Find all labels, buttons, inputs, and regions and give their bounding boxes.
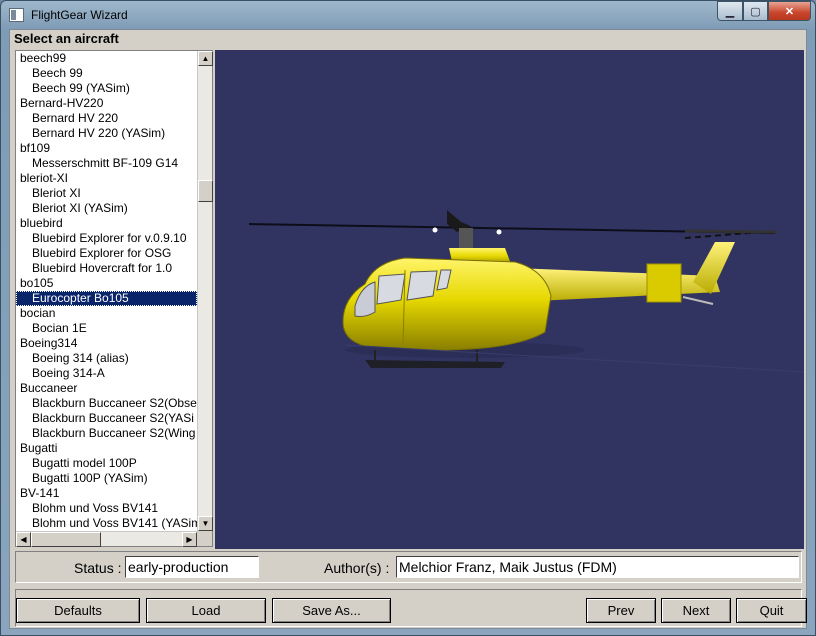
list-item[interactable]: Blackburn Buccaneer S2(YASi bbox=[16, 411, 197, 426]
cabin-window bbox=[376, 273, 406, 305]
list-group-header[interactable]: bo105 bbox=[16, 276, 197, 291]
helicopter-model bbox=[248, 210, 804, 373]
maximize-icon: ▢ bbox=[750, 5, 761, 18]
list-item[interactable]: Blohm und Voss BV141 (YASim bbox=[16, 516, 197, 531]
list-group-header[interactable]: BV-141 bbox=[16, 486, 197, 501]
app-icon bbox=[9, 8, 24, 22]
stabilizer bbox=[646, 263, 682, 303]
close-button[interactable]: ✕ bbox=[768, 1, 811, 21]
list-item[interactable]: Bluebird Hovercraft for 1.0 bbox=[16, 261, 197, 276]
vertical-scrollbar[interactable]: ▲ ▼ bbox=[197, 51, 213, 531]
title-bar[interactable]: FlightGear Wizard ▁ ▢ ✕ bbox=[1, 1, 816, 29]
list-item[interactable]: Eurocopter Bo105 bbox=[16, 291, 197, 306]
vertical-scroll-thumb[interactable] bbox=[198, 180, 213, 202]
list-item[interactable]: Bluebird Explorer for OSG bbox=[16, 246, 197, 261]
list-group-header[interactable]: bleriot-XI bbox=[16, 171, 197, 186]
scroll-down-icon: ▼ bbox=[201, 519, 210, 528]
list-item[interactable]: Messerschmitt BF-109 G14 bbox=[16, 156, 197, 171]
rotor-mast bbox=[459, 228, 473, 248]
tail-rotor bbox=[684, 229, 778, 234]
load-button[interactable]: Load bbox=[146, 598, 266, 623]
maximize-button[interactable]: ▢ bbox=[743, 1, 768, 21]
list-item[interactable]: Beech 99 bbox=[16, 66, 197, 81]
prev-button[interactable]: Prev bbox=[586, 598, 656, 623]
rotor-hub-light bbox=[432, 227, 438, 233]
list-item[interactable]: Beech 99 (YASim) bbox=[16, 81, 197, 96]
rotor-hub-light bbox=[496, 229, 502, 235]
list-item[interactable]: Bugatti 100P (YASim) bbox=[16, 471, 197, 486]
list-item[interactable]: Blackburn Buccaneer S2(Obse bbox=[16, 396, 197, 411]
details-row: Status : early-production Author(s) : Me… bbox=[15, 551, 802, 583]
status-field[interactable]: early-production bbox=[125, 556, 259, 578]
list-item[interactable]: Bernard HV 220 bbox=[16, 111, 197, 126]
scroll-right-icon: ▶ bbox=[186, 535, 193, 544]
save-as-button[interactable]: Save As... bbox=[272, 598, 391, 623]
windshield bbox=[354, 281, 376, 317]
scrollbar-corner bbox=[197, 531, 212, 546]
tail-skid bbox=[682, 296, 714, 305]
minimize-button[interactable]: ▁ bbox=[717, 1, 743, 21]
window-title: FlightGear Wizard bbox=[31, 8, 128, 22]
cabin-window bbox=[406, 270, 438, 301]
authors-field[interactable]: Melchior Franz, Maik Justus (FDM) bbox=[396, 556, 799, 578]
client-area: Select an aircraft beech99 Beech 99 Beech … bbox=[9, 29, 807, 629]
aircraft-list-items: beech99 Beech 99 Beech 99 (YASim) Bernard-H… bbox=[16, 51, 197, 531]
window-frame: FlightGear Wizard ▁ ▢ ✕ Select an aircra… bbox=[0, 0, 816, 636]
horizontal-scrollbar[interactable]: ◀ ▶ bbox=[16, 531, 197, 547]
scroll-left-button[interactable]: ◀ bbox=[16, 532, 31, 547]
list-item[interactable]: Blackburn Buccaneer S2(Wing bbox=[16, 426, 197, 441]
scroll-right-button[interactable]: ▶ bbox=[182, 532, 197, 547]
landing-skid bbox=[365, 360, 505, 368]
list-group-header[interactable]: Buccaneer bbox=[16, 381, 197, 396]
minimize-icon: ▁ bbox=[725, 5, 735, 18]
quit-button[interactable]: Quit bbox=[736, 598, 807, 623]
list-item[interactable]: Bleriot XI bbox=[16, 186, 197, 201]
page-title: Select an aircraft bbox=[14, 31, 119, 46]
list-group-header[interactable]: Boeing314 bbox=[16, 336, 197, 351]
button-bar: Defaults Load Save As... Prev Next Quit bbox=[15, 589, 807, 627]
list-group-header[interactable]: Bugatti bbox=[16, 441, 197, 456]
list-group-header[interactable]: bluebird bbox=[16, 216, 197, 231]
scroll-up-icon: ▲ bbox=[201, 54, 210, 63]
list-item[interactable]: Bernard HV 220 (YASim) bbox=[16, 126, 197, 141]
list-item[interactable]: Blohm und Voss BV141 bbox=[16, 501, 197, 516]
next-button[interactable]: Next bbox=[661, 598, 731, 623]
list-group-header[interactable]: beech99 bbox=[16, 51, 197, 66]
list-item[interactable]: Boeing 314 (alias) bbox=[16, 351, 197, 366]
aircraft-preview-viewport[interactable] bbox=[215, 50, 804, 549]
list-item[interactable]: Boeing 314-A bbox=[16, 366, 197, 381]
list-item[interactable]: Bluebird Explorer for v.0.9.10 bbox=[16, 231, 197, 246]
list-group-header[interactable]: bocian bbox=[16, 306, 197, 321]
authors-label: Author(s) : bbox=[324, 560, 390, 576]
list-group-header[interactable]: Bernard-HV220 bbox=[16, 96, 197, 111]
list-item[interactable]: Bleriot XI (YASim) bbox=[16, 201, 197, 216]
window-controls: ▁ ▢ ✕ bbox=[717, 1, 811, 21]
defaults-button[interactable]: Defaults bbox=[16, 598, 140, 623]
scroll-down-button[interactable]: ▼ bbox=[198, 516, 213, 531]
status-label: Status : bbox=[74, 560, 122, 576]
scroll-up-button[interactable]: ▲ bbox=[198, 51, 213, 66]
scroll-left-icon: ◀ bbox=[20, 535, 27, 544]
list-item[interactable]: Bocian 1E bbox=[16, 321, 197, 336]
close-icon: ✕ bbox=[784, 5, 795, 18]
list-item[interactable]: Bugatti model 100P bbox=[16, 456, 197, 471]
list-group-header[interactable]: bf109 bbox=[16, 141, 197, 156]
horizontal-scroll-thumb[interactable] bbox=[31, 532, 101, 547]
aircraft-list[interactable]: beech99 Beech 99 Beech 99 (YASim) Bernard-H… bbox=[15, 50, 213, 547]
